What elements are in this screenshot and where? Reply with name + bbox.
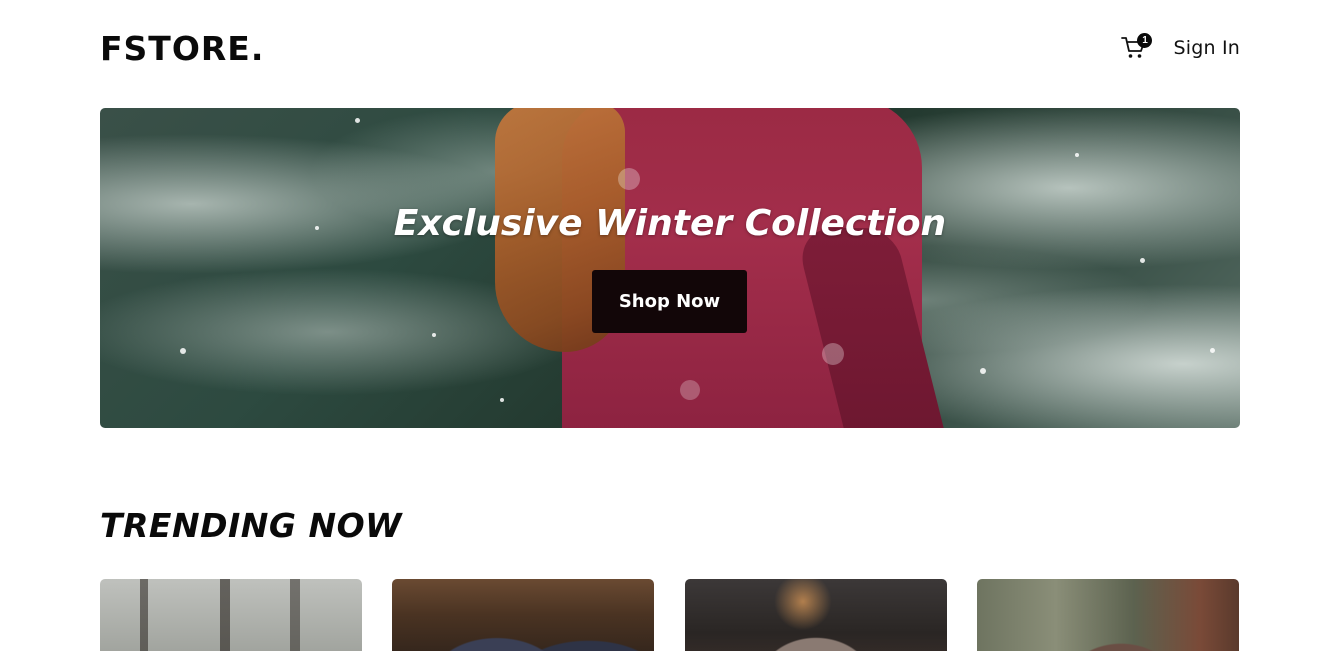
product-card-image[interactable]	[685, 579, 947, 651]
logo[interactable]: FSTORE.	[100, 29, 264, 68]
snowflake	[432, 333, 436, 337]
snowflake	[355, 118, 360, 123]
hero-title: Exclusive Winter Collection	[393, 203, 947, 244]
site-header: FSTORE. 1 Sign In	[100, 26, 1240, 70]
snowflake	[680, 380, 700, 400]
sign-in-link[interactable]: Sign In	[1173, 37, 1240, 59]
cart-count-badge: 1	[1137, 33, 1153, 48]
snowflake	[1075, 153, 1079, 157]
snowflake	[1210, 348, 1215, 353]
snowflake	[500, 398, 504, 402]
shop-now-button[interactable]: Shop Now	[592, 270, 747, 333]
snowflake	[822, 343, 844, 365]
header-nav: 1 Sign In	[1121, 32, 1240, 64]
product-card-image[interactable]	[977, 579, 1239, 651]
product-card-image[interactable]	[392, 579, 654, 651]
page: FSTORE. 1 Sign In Exclusive Winter Colle…	[0, 0, 1337, 651]
trending-products	[100, 579, 1240, 651]
hero-banner: Exclusive Winter Collection Shop Now	[100, 108, 1240, 428]
product-card-image[interactable]	[100, 579, 362, 651]
snowflake	[618, 168, 640, 190]
cart-button[interactable]: 1	[1121, 32, 1153, 64]
snowflake	[1140, 258, 1145, 263]
trending-title: TRENDING NOW	[100, 506, 403, 545]
snowflake	[980, 368, 986, 374]
snowflake	[180, 348, 186, 354]
